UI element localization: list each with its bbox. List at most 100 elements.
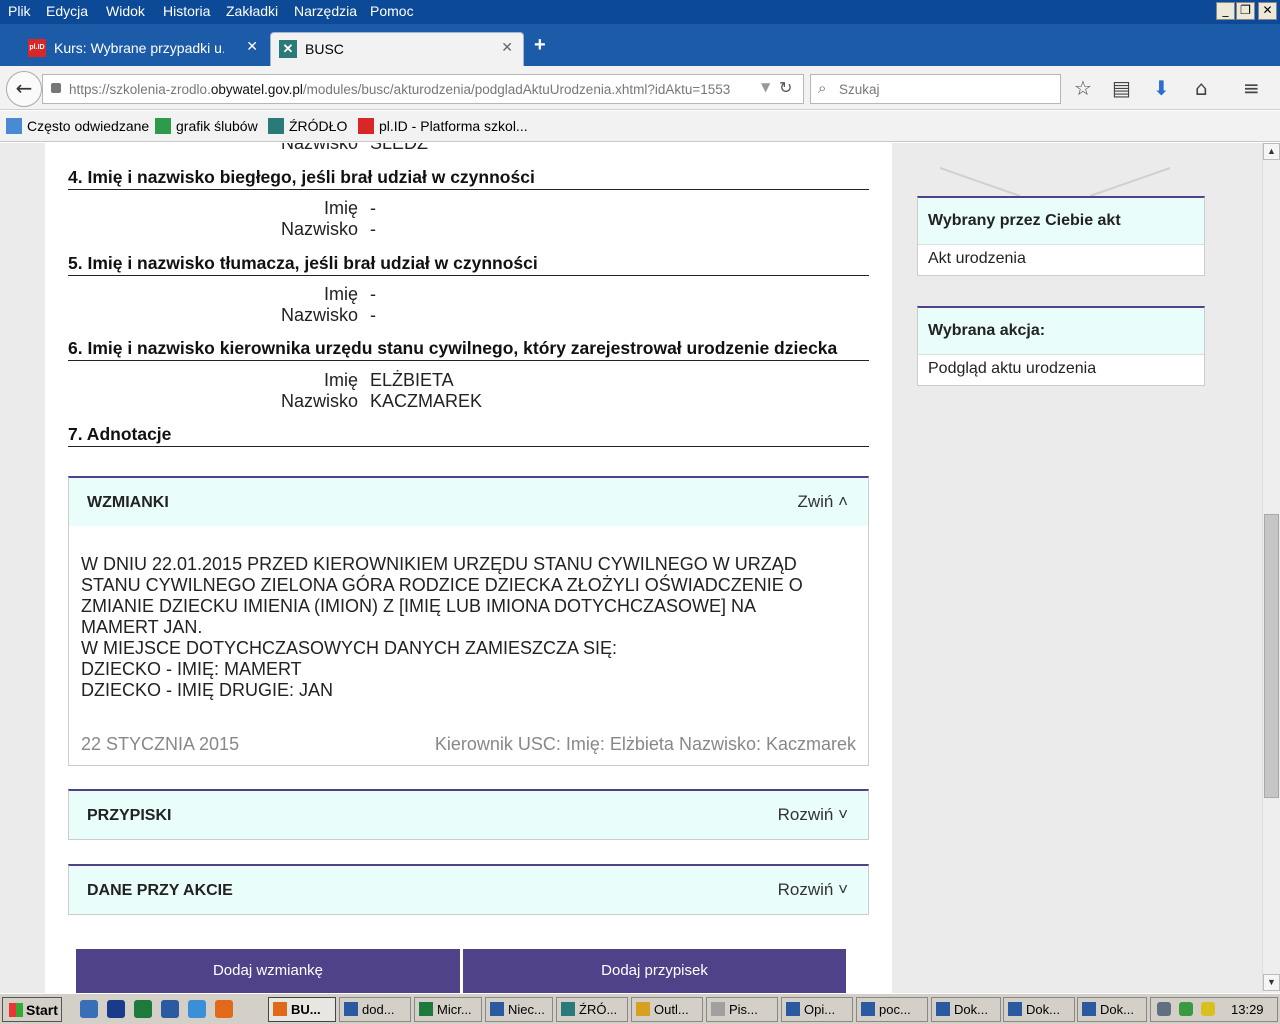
reload-icon[interactable]: ↻ (779, 78, 792, 97)
close-tab-icon[interactable]: ✕ (501, 40, 513, 56)
taskbar-item[interactable]: Opi... (781, 997, 853, 1022)
selected-act-value: Akt urodzenia (918, 244, 1204, 275)
decorative-lines (940, 167, 1171, 197)
reading-list-icon[interactable]: ▤ (1112, 76, 1131, 100)
menu-pomoc[interactable]: Pomoc (370, 3, 414, 19)
restore-button[interactable]: ❐ (1236, 2, 1255, 20)
bookmark-grafik-slubow[interactable]: grafik ślubów (155, 118, 258, 134)
dane-przy-akcie-title: DANE PRZY AKCIE (87, 882, 233, 899)
field-label: Imię (323, 284, 358, 304)
url-bar[interactable]: https://szkolenia-zrodlo.obywatel.gov.pl… (42, 74, 804, 104)
scroll-thumb[interactable] (1264, 514, 1279, 798)
field-value: - (370, 284, 376, 304)
tray-icon[interactable] (1157, 1002, 1171, 1016)
clock: 13:29 (1231, 1002, 1264, 1017)
section-title-kierownik: 6. Imię i nazwisko kierownika urzędu sta… (68, 338, 869, 361)
scroll-down-icon[interactable]: ▼ (1263, 974, 1280, 991)
taskbar-item[interactable]: Outl... (631, 997, 703, 1022)
przypiski-title: PRZYPISKI (87, 807, 172, 824)
bookmark-star-icon[interactable]: ☆ (1074, 76, 1092, 100)
bookmarks-bar: Często odwiedzane grafik ślubów ŹRÓDŁO p… (0, 111, 1280, 142)
field-value: - (370, 305, 376, 325)
firefox-icon[interactable] (215, 1000, 233, 1018)
download-icon[interactable]: ⬇ (1153, 76, 1170, 100)
menu-bar: Plik Edycja Widok Historia Zakładki Narz… (0, 0, 1280, 24)
bookmark-zrodlo[interactable]: ŹRÓDŁO (268, 118, 347, 134)
taskbar-item[interactable]: Micr... (414, 997, 482, 1022)
field-label: Nazwisko (280, 219, 358, 239)
section-title-biegly: 4. Imię i nazwisko biegłego, jeśli brał … (68, 167, 869, 190)
taskbar-item[interactable]: poc... (856, 997, 928, 1022)
scroll-up-icon[interactable]: ▲ (1263, 143, 1280, 160)
taskbar-item[interactable]: Pis... (706, 997, 778, 1022)
menu-narzedzia[interactable]: Narzędzia (294, 3, 357, 19)
tray-icon[interactable] (1179, 1002, 1193, 1016)
field-value: - (370, 219, 376, 239)
ie-icon[interactable] (188, 1000, 206, 1018)
expand-toggle[interactable]: Rozwiń ˅ (778, 805, 848, 825)
menu-icon[interactable]: ≡ (1243, 76, 1260, 100)
wzmianka-text: W DNIU 22.01.2015 PRZED KIEROWNIKIEM URZ… (81, 554, 803, 700)
new-tab-button[interactable]: + (534, 34, 546, 57)
wzmianka-signature: Kierownik USC: Imię: Elżbieta Nazwisko: … (434, 734, 856, 754)
bookmark-plid[interactable]: pl.ID - Platforma szkol... (358, 118, 528, 134)
field-label: Nazwisko (280, 305, 358, 325)
add-wzmianka-button[interactable]: Dodaj wzmiankę (76, 949, 460, 993)
menu-plik[interactable]: Plik (8, 3, 31, 19)
taskbar: Start BU... dod... Micr... Niec... ŹRÓ..… (0, 993, 1280, 1024)
przypiski-header[interactable]: PRZYPISKI Rozwiń ˅ (69, 791, 868, 839)
taskbar-item[interactable]: Dok... (1077, 997, 1147, 1022)
wzmianki-title: WZMIANKI (87, 494, 169, 511)
windows-logo-icon (9, 1003, 23, 1017)
search-icon: ⌕ (818, 79, 827, 97)
plid-favicon-icon: pl.ID (28, 39, 46, 57)
usc-icon[interactable] (107, 1000, 125, 1018)
expand-toggle[interactable]: Rozwiń ˅ (778, 880, 848, 900)
dane-przy-akcie-header[interactable]: DANE PRZY AKCIE Rozwiń ˅ (69, 866, 868, 914)
menu-zakladki[interactable]: Zakładki (226, 3, 278, 19)
zrodlo-icon (268, 118, 284, 134)
vertical-scrollbar[interactable]: ▲ ▼ (1262, 143, 1280, 993)
collapse-toggle[interactable]: Zwiń ˄ (797, 492, 848, 512)
excel-icon[interactable] (134, 1000, 152, 1018)
tray-icon[interactable] (1201, 1002, 1215, 1016)
back-button[interactable]: ← (6, 71, 42, 107)
taskbar-item[interactable]: dod... (339, 997, 411, 1022)
start-button[interactable]: Start (2, 997, 62, 1022)
tab-kurs[interactable]: pl.ID Kurs: Wybrane przypadki u... ✕ (20, 32, 268, 66)
section-title-tlumacz: 5. Imię i nazwisko tłumacza, jeśli brał … (68, 253, 869, 276)
url-text: https://szkolenia-zrodlo.obywatel.gov.pl… (69, 82, 731, 97)
close-window-button[interactable]: ✕ (1258, 2, 1277, 20)
tree-icon (155, 118, 171, 134)
add-przypisek-button[interactable]: Dodaj przypisek (463, 949, 846, 993)
search-placeholder: Szukaj (839, 82, 880, 97)
taskbar-item[interactable]: BU... (268, 997, 336, 1022)
bookmark-czesto-odwiedzane[interactable]: Często odwiedzane (6, 118, 149, 134)
nav-bar: ← https://szkolenia-zrodlo.obywatel.gov.… (0, 66, 1280, 110)
menu-edycja[interactable]: Edycja (46, 3, 88, 19)
tab-strip: pl.ID Kurs: Wybrane przypadki u... ✕ ✕ B… (0, 24, 1280, 66)
selected-action-value: Podgląd aktu urodzenia (918, 354, 1204, 385)
selected-act-box: Wybrany przez Ciebie akt Akt urodzenia (917, 196, 1205, 276)
selected-action-box: Wybrana akcja: Podgląd aktu urodzenia (917, 306, 1205, 386)
close-tab-icon[interactable]: ✕ (246, 39, 258, 55)
busc-favicon-icon: ✕ (279, 40, 297, 58)
field-value: ELŻBIETA (370, 370, 454, 390)
desktop-icon[interactable] (80, 1000, 98, 1018)
main-column: Nazwisko ŚLEDŹ 4. Imię i nazwisko biegłe… (45, 143, 892, 993)
chevron-down-icon[interactable]: ▼ (761, 80, 770, 94)
home-icon[interactable]: ⌂ (1195, 76, 1208, 100)
word-icon[interactable] (161, 1000, 179, 1018)
taskbar-item[interactable]: Dok... (931, 997, 1001, 1022)
wzmianki-panel: WZMIANKI Zwiń ˄ W DNIU 22.01.2015 PRZED … (68, 476, 869, 766)
search-input[interactable]: ⌕ Szukaj (810, 74, 1061, 104)
minimize-button[interactable]: _ (1216, 2, 1235, 20)
taskbar-item[interactable]: ŹRÓ... (556, 997, 628, 1022)
wzmianki-header[interactable]: WZMIANKI Zwiń ˄ (69, 478, 868, 526)
field-label: Nazwisko (280, 143, 358, 153)
taskbar-item[interactable]: Niec... (485, 997, 553, 1022)
menu-historia[interactable]: Historia (163, 3, 210, 19)
menu-widok[interactable]: Widok (106, 3, 145, 19)
taskbar-item[interactable]: Dok... (1003, 997, 1075, 1022)
tab-busc[interactable]: ✕ BUSC ✕ (270, 32, 524, 66)
